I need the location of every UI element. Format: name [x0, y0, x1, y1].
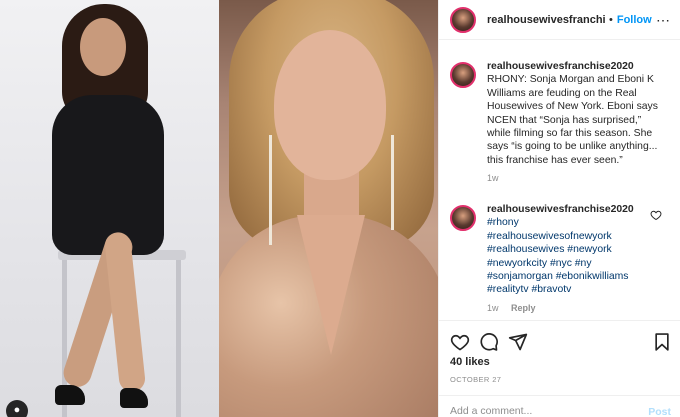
hashtag-comment: realhousewivesfranchise2020 #rhony #real…: [450, 203, 672, 313]
reply-button[interactable]: Reply: [511, 303, 536, 313]
comment-text: realhousewivesfranchise2020 #rhony #real…: [487, 203, 667, 297]
hashtag-line[interactable]: #newyorkcity #nyc #ny: [487, 257, 667, 270]
black-dress: [52, 95, 164, 255]
follow-button[interactable]: Follow: [617, 14, 652, 26]
comment-username[interactable]: realhousewivesfranchise2020: [487, 204, 634, 215]
caption-username[interactable]: realhousewivesfranchise2020: [487, 61, 634, 72]
likes-count[interactable]: 40 likes: [450, 356, 490, 368]
earring: [269, 135, 272, 245]
shoe: [55, 385, 85, 405]
avatar[interactable]: [450, 62, 476, 88]
post-header: realhousewivesfranchise2020 • Follow ⋯: [439, 0, 680, 40]
comment-icon[interactable]: [479, 332, 499, 352]
instagram-post: ● realhousewivesfranchise2020 • Follow ⋯…: [0, 0, 680, 417]
hashtag-line[interactable]: #sonjamorgan #ebonikwilliams: [487, 270, 667, 283]
shoe: [120, 388, 148, 408]
caption: realhousewivesfranchise2020 RHONY: Sonja…: [450, 60, 672, 183]
caption-timestamp[interactable]: 1w: [487, 173, 667, 183]
earring: [391, 135, 394, 230]
header-username[interactable]: realhousewivesfranchise2020: [487, 14, 605, 26]
avatar[interactable]: [450, 205, 476, 231]
comment-like-heart-icon[interactable]: [650, 209, 662, 221]
action-bar: [439, 320, 680, 360]
user-tag-icon[interactable]: ●: [6, 400, 28, 417]
hashtag-line[interactable]: #rhony: [487, 216, 667, 229]
photo-right-blonde-woman: [219, 0, 438, 417]
more-horizontal-icon[interactable]: ⋯: [656, 12, 671, 29]
caption-text: realhousewivesfranchise2020 RHONY: Sonja…: [487, 60, 667, 167]
dress-neckline: [297, 215, 365, 355]
separator-dot: •: [609, 13, 613, 26]
comment-input[interactable]: [450, 405, 630, 417]
post-side-panel: realhousewivesfranchise2020 • Follow ⋯ r…: [438, 0, 680, 417]
hashtag-line[interactable]: #realhousewives #newyork: [487, 243, 667, 256]
photo-left-woman-on-stool: [0, 0, 219, 417]
avatar[interactable]: [450, 6, 476, 33]
add-comment-bar: Post: [439, 395, 680, 417]
face: [274, 30, 386, 180]
hashtag-line[interactable]: #realhousewivesofnewyork: [487, 230, 667, 243]
comment-timestamp[interactable]: 1w: [487, 303, 499, 313]
paper-plane-icon[interactable]: [508, 332, 528, 352]
bookmark-icon[interactable]: [652, 332, 672, 352]
comment-meta: 1w Reply: [487, 303, 667, 313]
hashtag-line[interactable]: #realitytv #bravotv: [487, 283, 667, 296]
face: [80, 18, 126, 76]
heart-icon[interactable]: [450, 332, 470, 352]
post-comment-button[interactable]: Post: [648, 406, 671, 417]
stool-leg: [176, 255, 181, 417]
post-date: OCTOBER 27: [450, 375, 502, 384]
caption-body: RHONY: Sonja Morgan and Eboni K Williams…: [487, 74, 658, 166]
post-image[interactable]: ●: [0, 0, 438, 417]
